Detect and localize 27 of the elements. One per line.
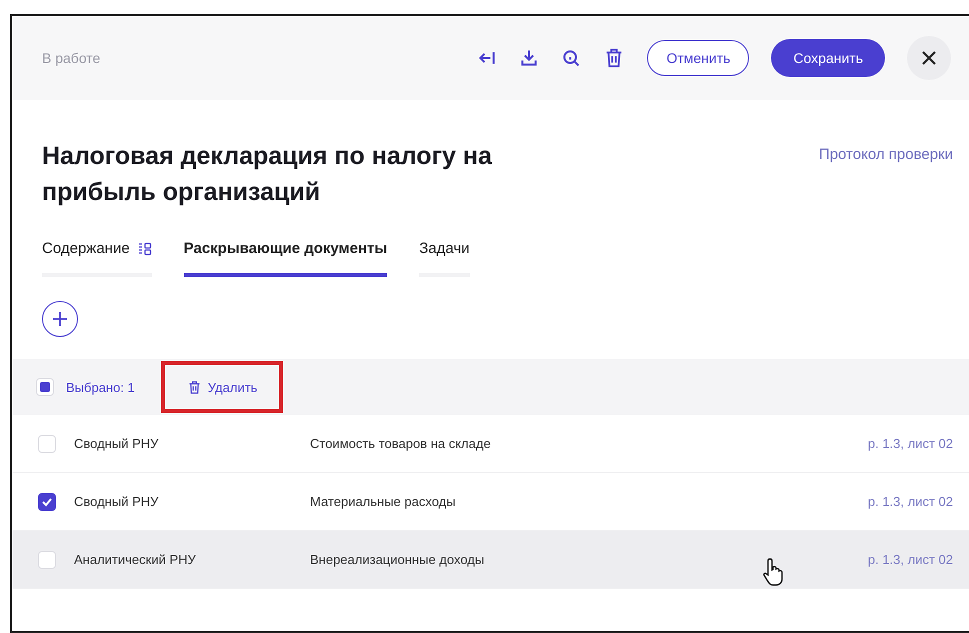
- table-cell-text: Материальные расходы: [310, 494, 457, 509]
- tab[interactable]: Раскрывающие документы: [184, 240, 388, 277]
- selected-count: Выбрано: 1: [66, 380, 135, 394]
- save-button[interactable]: Сохранить: [771, 39, 885, 77]
- search-icon[interactable]: [561, 48, 582, 68]
- checkbox[interactable]: [38, 492, 56, 510]
- trash-icon: [186, 380, 202, 394]
- plus-icon: [51, 310, 69, 328]
- close-button[interactable]: [907, 36, 951, 80]
- status-label: В работе: [42, 50, 102, 66]
- check-icon: [41, 496, 53, 508]
- reference-link[interactable]: р. 1.3, лист 02: [868, 494, 953, 509]
- table-cell-text: Внереализационные доходы: [310, 552, 486, 567]
- tab[interactable]: Содержание: [42, 240, 152, 277]
- cancel-button[interactable]: Отменить: [647, 40, 750, 76]
- download-icon[interactable]: [519, 48, 540, 68]
- tab[interactable]: Задачи: [419, 240, 470, 277]
- document-title: Налоговая декларация по налогу на прибыль организаций: [42, 141, 493, 208]
- table-cell-text: Стоимость товаров на складе: [310, 436, 492, 451]
- delete-button[interactable]: Удалить: [160, 361, 284, 413]
- add-button[interactable]: [42, 301, 78, 337]
- table-cell-text: Сводный РНУ: [74, 494, 160, 509]
- reference-link[interactable]: р. 1.3, лист 02: [868, 436, 953, 451]
- table-cell-text: Аналитический РНУ: [74, 552, 197, 567]
- table-cell-text: Сводный РНУ: [74, 436, 160, 451]
- close-icon: [921, 50, 937, 66]
- report-link[interactable]: Протокол проверки: [818, 146, 953, 210]
